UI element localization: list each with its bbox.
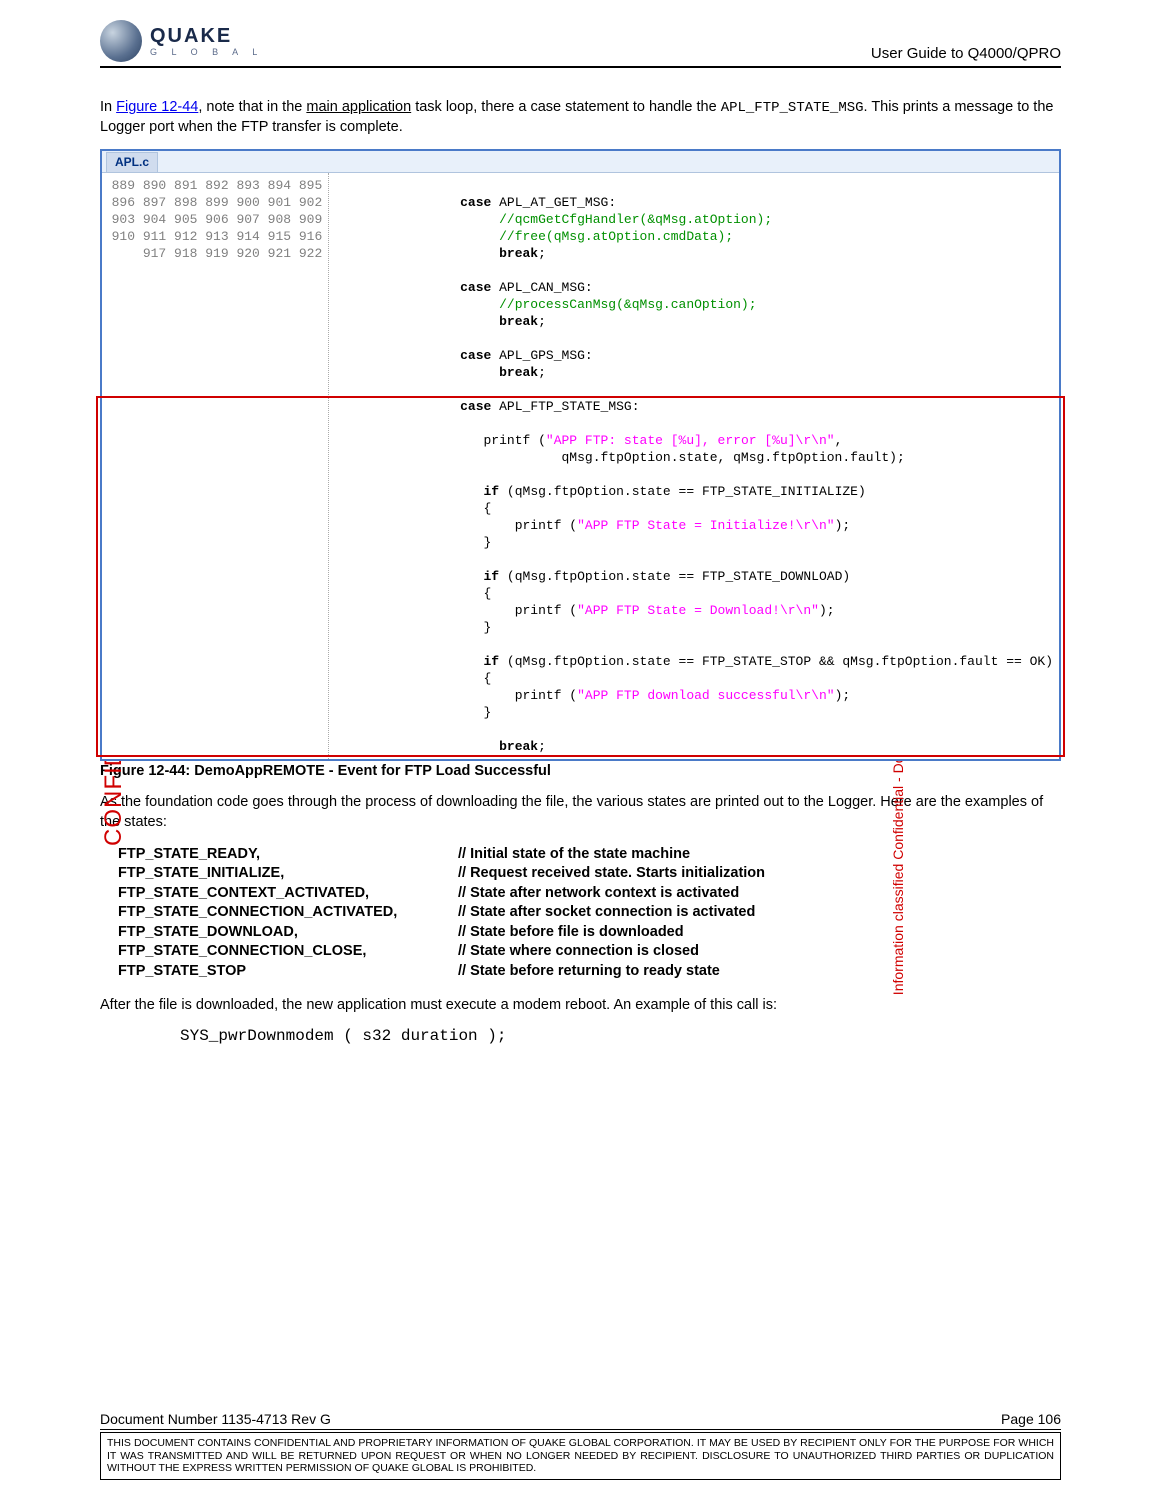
reboot-paragraph: After the file is downloaded, the new ap…	[100, 996, 1061, 1016]
page-number: Page 106	[1001, 1411, 1061, 1427]
footer-top: Document Number 1135-4713 Rev G Page 106	[100, 1411, 1061, 1430]
logo: QUAKE G L O B A L	[100, 20, 263, 62]
state-desc: // Request received state. Starts initia…	[458, 864, 765, 884]
logo-globe-icon	[100, 20, 142, 62]
code-area: case APL_AT_GET_MSG: //qcmGetCfgHandler(…	[329, 173, 1059, 759]
reboot-call-code: SYS_pwrDownmodem ( s32 duration );	[180, 1027, 1061, 1045]
editor-body: 889 890 891 892 893 894 895 896 897 898 …	[102, 173, 1059, 759]
logo-subbrand: G L O B A L	[150, 48, 263, 57]
state-row: FTP_STATE_READY,// Initial state of the …	[118, 845, 1061, 865]
editor-tab-bar: APL.c	[102, 151, 1059, 173]
state-desc: // State where connection is closed	[458, 942, 699, 962]
state-name: FTP_STATE_DOWNLOAD,	[118, 923, 458, 943]
state-name: FTP_STATE_INITIALIZE,	[118, 864, 458, 884]
code-inline: APL_FTP_STATE_MSG	[721, 100, 864, 116]
state-name: FTP_STATE_CONNECTION_CLOSE,	[118, 942, 458, 962]
state-row: FTP_STATE_DOWNLOAD,// State before file …	[118, 923, 1061, 943]
text: , note that in the	[198, 99, 306, 115]
line-gutter: 889 890 891 892 893 894 895 896 897 898 …	[102, 173, 329, 759]
state-row: FTP_STATE_CONNECTION_CLOSE,// State wher…	[118, 942, 1061, 962]
intro-paragraph: In Figure 12-44, note that in the main a…	[100, 98, 1061, 137]
doc-title: User Guide to Q4000/QPRO	[871, 45, 1061, 62]
page-footer: Document Number 1135-4713 Rev G Page 106…	[100, 1411, 1061, 1480]
state-desc: // State before returning to ready state	[458, 962, 720, 982]
page-header: QUAKE G L O B A L User Guide to Q4000/QP…	[100, 0, 1061, 68]
text: task loop, there a case statement to han…	[411, 99, 721, 115]
footer-disclaimer: THIS DOCUMENT CONTAINS CONFIDENTIAL AND …	[100, 1432, 1061, 1480]
state-row: FTP_STATE_CONTEXT_ACTIVATED,// State aft…	[118, 884, 1061, 904]
state-row: FTP_STATE_CONNECTION_ACTIVATED,// State …	[118, 903, 1061, 923]
figure-caption: Figure 12-44: DemoAppREMOTE - Event for …	[100, 763, 1061, 779]
state-desc: // State before file is downloaded	[458, 923, 684, 943]
state-name: FTP_STATE_STOP	[118, 962, 458, 982]
text: In	[100, 99, 116, 115]
state-name: FTP_STATE_READY,	[118, 845, 458, 865]
state-name: FTP_STATE_CONTEXT_ACTIVATED,	[118, 884, 458, 904]
doc-number: Document Number 1135-4713 Rev G	[100, 1411, 331, 1427]
page: CONFIDENTIAL Information classified Conf…	[0, 0, 1161, 1504]
figure-link[interactable]: Figure 12-44	[116, 99, 198, 115]
state-desc: // Initial state of the state machine	[458, 845, 690, 865]
underlined-term: main application	[306, 99, 411, 115]
logo-text: QUAKE G L O B A L	[150, 26, 263, 57]
state-list: FTP_STATE_READY,// Initial state of the …	[118, 845, 1061, 982]
states-intro: As the foundation code goes through the …	[100, 793, 1061, 832]
state-desc: // State after socket connection is acti…	[458, 903, 755, 923]
state-desc: // State after network context is activa…	[458, 884, 739, 904]
state-name: FTP_STATE_CONNECTION_ACTIVATED,	[118, 903, 458, 923]
code-window: APL.c 889 890 891 892 893 894 895 896 89…	[100, 149, 1061, 761]
editor-tab[interactable]: APL.c	[106, 152, 158, 172]
state-row: FTP_STATE_INITIALIZE,// Request received…	[118, 864, 1061, 884]
logo-brand: QUAKE	[150, 26, 263, 46]
state-row: FTP_STATE_STOP// State before returning …	[118, 962, 1061, 982]
